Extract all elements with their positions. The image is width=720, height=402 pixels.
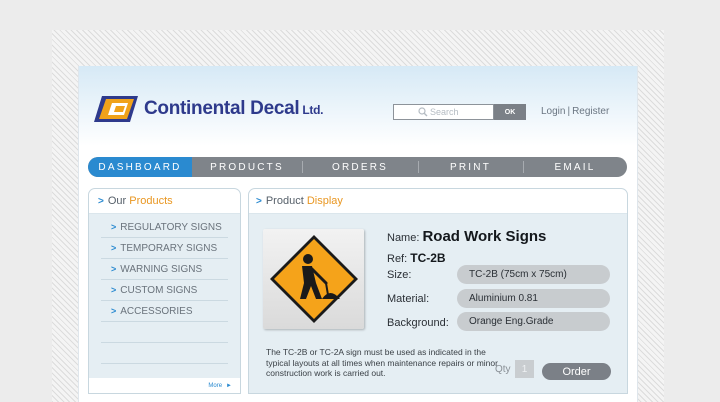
more-link[interactable]: More ► (208, 383, 232, 389)
sidebar-item-temporary-signs[interactable]: > TEMPORARY SIGNS (101, 238, 228, 259)
sidebar-item-label: WARNING SIGNS (120, 263, 203, 275)
product-display-panel: > Product Display Name: Road Work Signs … (248, 188, 628, 394)
arrow-right-icon: ► (226, 383, 232, 389)
main-nav: DASHBOARD PRODUCTS ORDERS PRINT EMAIL (88, 157, 627, 177)
sidebar-title: > Our Products (89, 189, 240, 214)
product-ref-field: Ref: TC-2B (387, 251, 446, 265)
nav-products[interactable]: PRODUCTS (192, 157, 302, 177)
product-ref-label: Ref: (387, 253, 408, 265)
product-name-field: Name: Road Work Signs (387, 228, 546, 245)
category-list: > REGULATORY SIGNS > TEMPORARY SIGNS > WARN… (101, 217, 228, 364)
auth-separator: | (567, 106, 571, 117)
brand-name: Continental Decal Ltd. (144, 98, 324, 119)
search-placeholder: Search (430, 107, 459, 117)
search-input[interactable]: Search (393, 104, 494, 120)
chevron-right-icon: > (111, 264, 117, 274)
sidebar-empty-row (101, 322, 228, 343)
sidebar-item-label: CUSTOM SIGNS (120, 284, 198, 296)
more-label: More (208, 383, 223, 389)
sidebar-item-accessories[interactable]: > ACCESSORIES (101, 301, 228, 322)
product-title-prefix: Product (265, 195, 304, 207)
nav-email[interactable]: EMAIL (523, 157, 627, 177)
chevron-right-icon: > (111, 222, 117, 232)
chevron-right-icon: > (98, 195, 104, 207)
product-title-accent: Display (306, 195, 343, 207)
product-material-label: Material: (387, 293, 430, 305)
brand-logo[interactable]: Continental Decal Ltd. (92, 92, 323, 126)
product-name-label: Name: (387, 232, 420, 244)
search-icon (418, 107, 428, 117)
product-details: Name: Road Work Signs Ref: TC-2B Size: T… (249, 214, 627, 393)
product-description: The TC-2B or TC-2A sign must be used as … (266, 347, 498, 378)
chevron-right-icon: > (256, 195, 262, 207)
login-link[interactable]: Login (541, 106, 565, 117)
product-size-label: Size: (387, 269, 412, 281)
search-bar: Search OK (393, 104, 526, 120)
sidebar-empty-row (101, 343, 228, 364)
sidebar-title-prefix: Our (107, 195, 127, 207)
product-background-label: Background: (387, 317, 449, 329)
sidebar-body: > REGULATORY SIGNS > TEMPORARY SIGNS > WARN… (89, 214, 240, 378)
nav-print[interactable]: PRINT (418, 157, 523, 177)
nav-orders[interactable]: ORDERS (302, 157, 418, 177)
nav-dashboard[interactable]: DASHBOARD (88, 157, 192, 177)
sidebar-item-regulatory-signs[interactable]: > REGULATORY SIGNS (101, 217, 228, 238)
qty-label: Qty (495, 364, 511, 375)
product-background-value: Orange Eng.Grade (457, 312, 610, 331)
product-ref: TC-2B (410, 251, 446, 265)
brand-suffix: Ltd. (302, 103, 324, 117)
continental-decal-logo-icon (94, 96, 138, 122)
order-button[interactable]: Order (542, 363, 611, 380)
sidebar-item-warning-signs[interactable]: > WARNING SIGNS (101, 259, 228, 280)
product-size-value: TC-2B (75cm x 75cm) (457, 265, 610, 284)
sidebar-item-label: ACCESSORIES (120, 305, 193, 317)
product-name: Road Work Signs (422, 228, 547, 245)
sidebar-title-accent: Products (129, 195, 173, 207)
register-link[interactable]: Register (572, 106, 609, 117)
chevron-right-icon: > (111, 306, 117, 316)
chevron-right-icon: > (111, 243, 117, 253)
search-ok-button[interactable]: OK (494, 104, 526, 120)
sidebar-item-custom-signs[interactable]: > CUSTOM SIGNS (101, 280, 228, 301)
sidebar-item-label: TEMPORARY SIGNS (120, 242, 218, 254)
road-work-sign-icon (269, 235, 358, 323)
chevron-right-icon: > (111, 285, 117, 295)
product-panel-title: > Product Display (249, 189, 627, 214)
sidebar-item-label: REGULATORY SIGNS (120, 221, 222, 233)
auth-links: Login | Register (541, 106, 609, 117)
product-image[interactable] (263, 229, 364, 329)
product-material-value: Aluminium 0.81 (457, 289, 610, 308)
products-sidebar: > Our Products > REGULATORY SIGNS > TEMPOR… (88, 188, 241, 394)
qty-input[interactable]: 1 (515, 360, 534, 378)
